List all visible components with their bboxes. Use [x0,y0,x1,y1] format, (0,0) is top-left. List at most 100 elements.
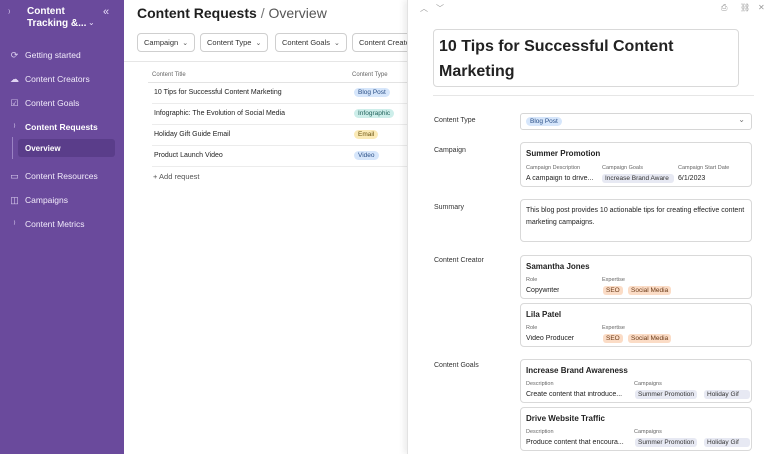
campaign-goals-label: Campaign Goals [602,165,643,171]
filter-content-goals[interactable]: Content Goals ⌄ [275,33,347,52]
sidebar-item-label: Content Metrics [25,219,85,229]
column-header-type[interactable]: Content Type [352,72,388,78]
field-label-summary: Summary [434,204,464,211]
sidebar-subitem-overview[interactable]: Overview [18,139,115,157]
add-request-button[interactable]: + Add request [153,172,200,181]
workspace-name: Content Tracking &... [27,6,87,29]
chevron-down-icon: ⌄ [333,39,340,47]
field-label-campaign: Campaign [434,147,466,154]
campaign-start-date: 6/1/2023 [678,175,706,182]
chevron-down-icon: ⌄ [738,115,745,124]
expertise-tag: SEO [603,334,623,343]
creator-card[interactable]: Lila Patel Role Expertise Video Producer… [520,303,752,347]
print-icon[interactable]: ⎙ [721,3,727,13]
sidebar-item-label: Content Goals [25,98,80,108]
chevron-down-icon[interactable]: ⌄ [88,18,95,27]
monitor-icon: ▭ [10,170,19,181]
campaign-tag: Holiday Gif [704,438,750,447]
expertise-tag: Social Media [628,334,672,343]
filter-label: Content Creato [359,38,410,47]
close-icon[interactable]: ✕ [758,3,765,12]
app-window: ⁾ Content Tracking &... ⌄ « ⟳ Getting st… [0,0,770,454]
summary-text: This blog post provides 10 actionable ti… [526,207,745,226]
table-row[interactable]: Infographic: The Evolution of Social Med… [152,104,412,125]
content-type-tag: Video [354,151,379,160]
sidebar: ⁾ Content Tracking &... ⌄ « ⟳ Getting st… [0,0,124,454]
creator-card[interactable]: Samantha Jones Role Expertise Copywriter… [520,255,752,299]
campaign-tag: Summer Promotion [635,438,697,447]
row-title: Product Launch Video [154,152,223,159]
sidebar-item-label: Getting started [25,50,81,60]
sidebar-item-getting-started[interactable]: ⟳ Getting started [0,45,124,65]
table-row[interactable]: 10 Tips for Successful Content Marketing… [152,83,412,104]
creator-expertise-label: Expertise [602,325,625,331]
goal-campaigns-label: Campaigns [634,429,662,435]
sidebar-item-content-metrics[interactable]: ⁾ Content Metrics [0,214,124,234]
link-icon[interactable]: ⛓ [740,3,750,12]
sidebar-item-content-goals[interactable]: ☑ Content Goals [0,93,124,113]
column-header-title[interactable]: Content Title [152,72,186,78]
record-title: 10 Tips for Successful Content Marketing [439,38,674,80]
filter-content-type[interactable]: Content Type ⌄ [200,33,269,52]
goal-name: Increase Brand Awareness [526,366,628,375]
title-field[interactable]: 10 Tips for Successful Content Marketing [433,29,739,87]
breadcrumb-separator: / [260,5,265,21]
goal-description-label: Description [526,429,554,435]
sidebar-item-label: Content Creators [25,74,90,84]
detail-panel: ︿ ﹀ ⎙ ⛓ ✕ 10 Tips for Successful Content… [407,0,770,454]
field-label-content-goals: Content Goals [434,362,479,369]
panel-divider [433,95,754,96]
sidebar-item-content-resources[interactable]: ▭ Content Resources [0,166,124,186]
campaign-card[interactable]: Summer Promotion Campaign Description Ca… [520,142,752,187]
row-title: Holiday Gift Guide Email [154,131,231,138]
chevron-down-icon: ⌄ [255,39,262,47]
row-title: 10 Tips for Successful Content Marketing [154,89,282,96]
row-title: Infographic: The Evolution of Social Med… [154,110,286,117]
sidebar-item-content-creators[interactable]: ☁ Content Creators [0,69,124,89]
collapse-sidebar-icon[interactable]: « [103,6,109,18]
campaign-tag: Summer Promotion [635,390,697,399]
goal-description-label: Description [526,381,554,387]
megaphone-icon: ◫ [10,194,19,205]
content-type-tag: Infographic [354,109,395,118]
content-type-tag: Blog Post [354,88,390,97]
table-row[interactable]: Holiday Gift Guide Email Email [152,125,412,146]
campaign-name: Summer Promotion [526,149,601,158]
checkbox-icon: ☑ [10,97,19,108]
filter-label: Content Goals [282,38,330,47]
field-label-content-type: Content Type [434,117,476,124]
goal-card[interactable]: Increase Brand Awareness Description Cam… [520,359,752,403]
field-label-content-creator: Content Creator [434,257,484,264]
subnav-line [12,137,13,159]
creator-role-label: Role [526,325,538,331]
chevron-down-icon: ⌄ [182,39,189,47]
creator-expertise-label: Expertise [602,277,625,283]
page-title: Content Requests / Overview [137,5,327,21]
content-type-tag: Email [354,130,379,139]
goal-card[interactable]: Drive Website Traffic Description Campai… [520,407,752,451]
campaign-goal-tag: Increase Brand Aware [602,174,674,183]
content-type-select[interactable]: Blog Post ⌄ [520,113,752,130]
goal-name: Drive Website Traffic [526,414,605,423]
table-row[interactable]: Product Launch Video Video [152,146,412,167]
sidebar-item-content-requests[interactable]: ⁾ Content Requests [0,117,124,137]
signal-icon: ⁾ [13,218,16,229]
creator-name: Lila Patel [526,310,562,319]
sidebar-item-campaigns[interactable]: ◫ Campaigns [0,190,124,210]
creator-role: Copywriter [526,287,560,294]
chevron-up-icon[interactable]: ︿ [420,3,428,14]
filter-label: Campaign [144,38,179,47]
rss-icon: ⁾ [13,121,16,132]
cloud-icon: ☁ [10,73,19,84]
campaign-description-label: Campaign Description [526,165,581,171]
creator-role: Video Producer [526,335,575,342]
campaign-tag: Holiday Gif [704,390,750,399]
workspace-header[interactable]: ⁾ Content Tracking &... ⌄ « [8,6,120,36]
chevron-down-icon[interactable]: ﹀ [436,3,444,14]
creator-role-label: Role [526,277,538,283]
summary-field[interactable]: This blog post provides 10 actionable ti… [520,199,752,242]
goal-description: Create content that introduce... [526,391,623,398]
filter-campaign[interactable]: Campaign ⌄ [137,33,196,52]
page-title-text: Content Requests [137,5,257,21]
creator-name: Samantha Jones [526,262,590,271]
